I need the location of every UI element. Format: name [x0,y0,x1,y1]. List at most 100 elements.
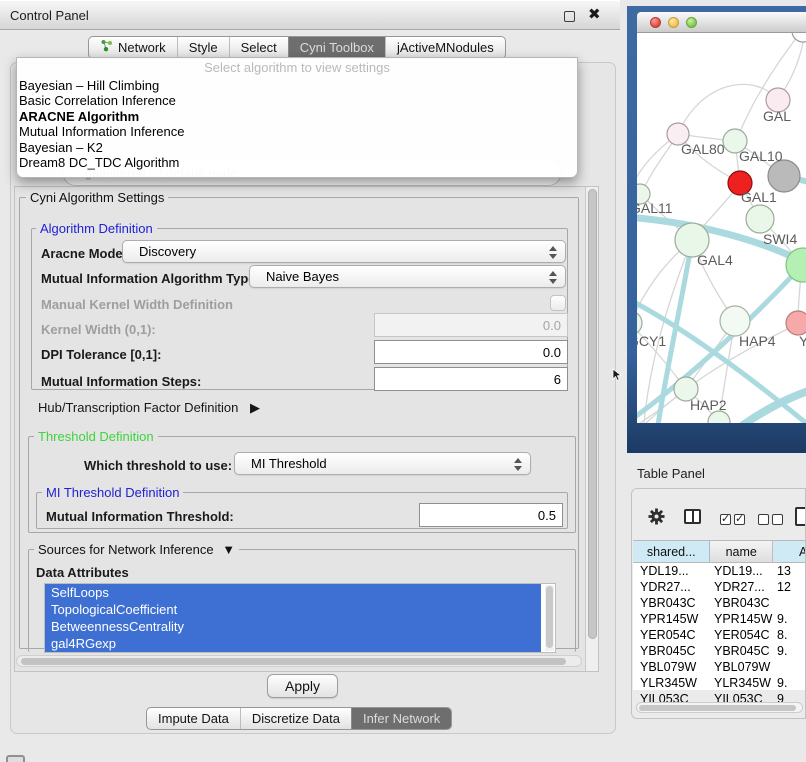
table-cell: 9. [774,643,806,659]
table-cell: 12 [774,579,806,595]
table-cell: 9. [774,611,806,627]
apply-button[interactable]: Apply [267,674,338,698]
node-label-gal10: GAL10 [739,148,783,164]
expand-down-icon: ▼ [222,542,235,557]
table-cell: 13 [774,563,806,579]
table-row[interactable]: YDL19...YDL19...13 [633,563,806,579]
tab-infer-network[interactable]: Infer Network [351,708,451,729]
tab-network[interactable]: Network [89,37,177,58]
node-label-hap4: HAP4 [739,333,776,349]
table-scrollbar-thumb[interactable] [639,705,796,711]
table-row[interactable]: YDR27...YDR27...12 [633,579,806,595]
attribute-item-selfloops[interactable]: SelfLoops [45,584,541,601]
deselect-all-columns-icon[interactable] [758,512,786,530]
dpi-tolerance-field[interactable] [374,340,568,364]
network-node-hap4[interactable] [720,306,750,336]
zoom-traffic-light-icon[interactable] [686,17,697,28]
network-canvas[interactable]: GALGAL80GAL10GAL1GAL11GAL4SWI4GCY1HAP4YH… [637,33,806,423]
tab-discretize-data[interactable]: Discretize Data [240,708,351,729]
table-cell: YER054C [711,627,774,643]
select-all-columns-icon[interactable]: ✓✓ [720,512,748,530]
network-window-titlebar [637,12,806,33]
attribute-item-betweennesscentrality[interactable]: BetweennessCentrality [45,618,541,635]
mi-steps-field[interactable] [374,367,568,391]
algorithm-option-aracne-algorithm[interactable]: ARACNE Algorithm [17,109,577,124]
network-node-gal1[interactable] [746,205,774,233]
table-cell: YDL19... [633,563,711,579]
algorithm-option-bayesian-hill-climbing[interactable]: Bayesian – Hill Climbing [17,78,577,93]
tab-cyni-toolbox[interactable]: Cyni Toolbox [288,37,385,58]
float-window-icon[interactable] [564,11,575,22]
vertical-scrollbar[interactable] [585,187,598,671]
algorithm-option-mutual-information-inference[interactable]: Mutual Information Inference [17,124,577,139]
table-row[interactable]: YER054CYER054C8. [633,627,806,643]
node-label-gal1: GAL1 [741,189,777,205]
horizontal-scrollbar-thumb[interactable] [21,658,566,665]
column-header-shared-[interactable]: shared... [633,541,710,562]
which-threshold-select[interactable]: MI Threshold [234,452,531,475]
new-table-icon[interactable] [795,507,806,526]
column-header-a[interactable]: A [773,541,806,562]
data-attributes-label: Data Attributes [36,565,129,580]
node-label-gal11: GAL11 [637,200,673,216]
which-threshold-label: Which threshold to use: [84,458,232,473]
table-cell: YDR27... [633,579,711,595]
tab-impute-data[interactable]: Impute Data [147,708,240,729]
split-columns-icon[interactable] [684,509,701,524]
gear-icon[interactable] [647,507,666,531]
table-row[interactable]: YLR345WYLR345W9. [633,675,806,691]
network-window: GALGAL80GAL10GAL1GAL11GAL4SWI4GCY1HAP4YH… [627,6,806,453]
table-row[interactable]: YBR045CYBR045C9. [633,643,806,659]
hub-definition-expander[interactable]: Hub/Transcription Factor Definition ▶ [38,400,260,416]
table-cell: YDL19... [711,563,774,579]
manual-kernel-checkbox[interactable] [550,295,566,311]
network-node-gcy1[interactable] [637,311,642,335]
table-cell: YLR345W [633,675,711,691]
mi-steps-label: Mutual Information Steps: [41,374,201,389]
mi-threshold-field[interactable] [419,503,563,527]
table-cell: 8. [774,627,806,643]
data-attributes-list[interactable]: SelfLoopsTopologicalCoefficientBetweenne… [44,583,556,653]
kernel-width-label: Kernel Width (0,1): [41,322,156,337]
horizontal-scrollbar[interactable] [16,655,582,667]
list-scrollbar-thumb[interactable] [546,586,553,648]
tab-jactivemnodules[interactable]: jActiveMNodules [385,37,505,58]
table-cell: YLR345W [711,675,774,691]
table-row[interactable]: YPR145WYPR145W9. [633,611,806,627]
table-cell: YBR045C [633,643,711,659]
minimize-traffic-light-icon[interactable] [668,17,679,28]
table-cell: YPR145W [633,611,711,627]
aracne-mode-select[interactable]: Discovery [122,240,566,263]
algorithm-option-basic-correlation-inference[interactable]: Basic Correlation Inference [17,93,577,108]
close-icon[interactable]: ✖ [588,6,601,24]
manual-kernel-label: Manual Kernel Width Definition [41,297,233,312]
node-label-hap2: HAP2 [690,397,727,413]
close-traffic-light-icon[interactable] [650,17,661,28]
collapsed-panel-icon[interactable] [6,755,25,762]
mi-type-select[interactable]: Naive Bayes [249,265,566,288]
column-header-name[interactable]: name [710,541,773,562]
attribute-item-topologicalcoefficient[interactable]: TopologicalCoefficient [45,601,541,618]
expand-right-icon: ▶ [250,400,260,415]
sources-group-label[interactable]: Sources for Network Inference ▼ [34,542,239,557]
network-node-y[interactable] [786,311,806,335]
screenshot-root: Control Panel ✖ NetworkStyleSelectCyni T… [0,0,806,762]
list-scrollbar[interactable] [545,585,554,651]
table-row[interactable]: YBL079WYBL079W [633,659,806,675]
table-row[interactable]: YBR043CYBR043C [633,595,806,611]
threshold-definition-label: Threshold Definition [34,429,158,444]
tab-style[interactable]: Style [177,37,229,58]
table-toolbar: ✓✓ [632,489,806,539]
kernel-width-field[interactable] [374,313,568,337]
node-table: shared...nameA YDL19...YDL19...13YDR27..… [633,540,806,690]
algorithm-option-bayesian-k2[interactable]: Bayesian – K2 [17,140,577,155]
control-panel-titlebar: Control Panel ✖ [0,0,620,30]
algorithm-option-dream8-dc-tdc-algorithm[interactable]: Dream8 DC_TDC Algorithm [17,155,577,170]
attribute-item-gal4rgexp[interactable]: gal4RGexp [45,635,541,652]
table-horizontal-scrollbar[interactable] [636,702,803,713]
table-cell [774,595,806,611]
mi-threshold-group-label: MI Threshold Definition [42,485,183,500]
vertical-scrollbar-thumb[interactable] [588,189,597,639]
network-node[interactable] [768,160,800,192]
tab-select[interactable]: Select [229,37,288,58]
